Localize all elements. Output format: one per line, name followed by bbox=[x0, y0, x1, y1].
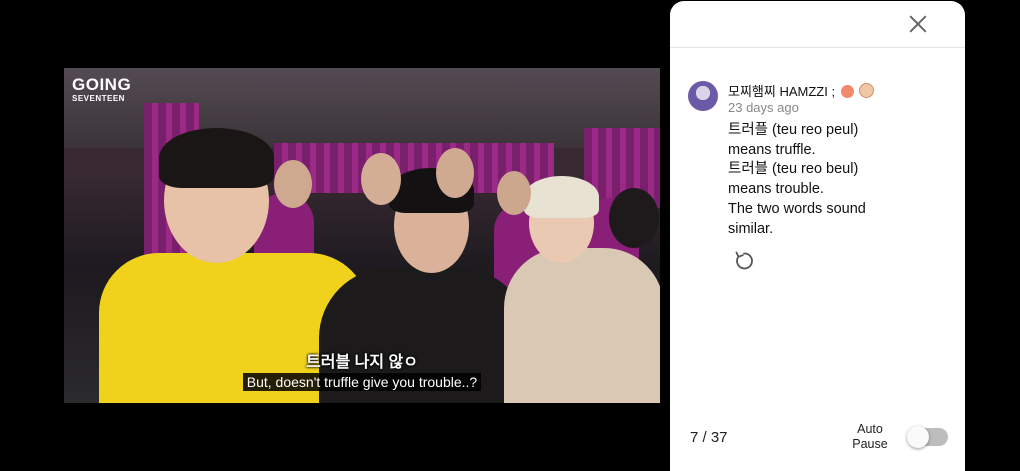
person-hair bbox=[524, 176, 599, 218]
comment-line: means truffle. bbox=[728, 141, 816, 158]
comment-line: means trouble. bbox=[728, 181, 824, 198]
person-hair bbox=[159, 128, 274, 188]
comment-author[interactable]: 모찌햄찌 HAMZZI ; bbox=[728, 81, 875, 100]
replay-icon[interactable] bbox=[732, 249, 756, 273]
logo-line1: GOING bbox=[72, 75, 132, 94]
auto-pause-label-line2: Pause bbox=[852, 437, 888, 451]
person-background bbox=[497, 171, 531, 215]
comment-line: similar. bbox=[728, 220, 774, 237]
author-name: 모찌햄찌 HAMZZI ; bbox=[728, 84, 836, 99]
toggle-knob bbox=[907, 426, 929, 448]
comment-counter: 7 / 37 bbox=[690, 429, 728, 446]
video-player[interactable]: GOING SEVENTEEN 트러블 나지 않ㅇ But, doesn't t… bbox=[64, 68, 660, 403]
comment-date: 23 days ago bbox=[728, 100, 799, 115]
person-background bbox=[361, 153, 401, 205]
hamster-emoji bbox=[859, 83, 875, 98]
going-seventeen-logo: GOING SEVENTEEN bbox=[72, 75, 132, 104]
auto-pause-label-line1: Auto bbox=[857, 422, 883, 436]
peach-emoji bbox=[840, 85, 854, 98]
subtitle-english-line: But, doesn't truffle give you trouble..? bbox=[64, 373, 660, 392]
auto-pause-label: Auto Pause bbox=[850, 422, 890, 452]
subtitle-english: But, doesn't truffle give you trouble..? bbox=[242, 373, 482, 391]
subtitle-korean: 트러블 나지 않ㅇ bbox=[306, 354, 418, 371]
panel-header bbox=[670, 1, 965, 48]
comments-panel: 모찌햄찌 HAMZZI ; 23 days ago 트러플 (teu reo p… bbox=[670, 1, 965, 471]
person-background bbox=[436, 148, 474, 198]
comment-line: The two words sound bbox=[728, 200, 866, 217]
auto-pause-toggle[interactable] bbox=[907, 426, 948, 448]
close-icon[interactable] bbox=[907, 13, 929, 35]
comment-line: 트러플 (teu reo peul) bbox=[728, 122, 859, 138]
avatar[interactable] bbox=[688, 81, 718, 111]
comment-line: 트러블 (teu reo beul) bbox=[728, 161, 859, 178]
logo-line2: SEVENTEEN bbox=[72, 94, 125, 103]
comment-text: 트러플 (teu reo peul) means truffle. 트러블 (t… bbox=[728, 121, 928, 239]
person-background bbox=[274, 160, 312, 208]
person-background bbox=[609, 188, 659, 248]
